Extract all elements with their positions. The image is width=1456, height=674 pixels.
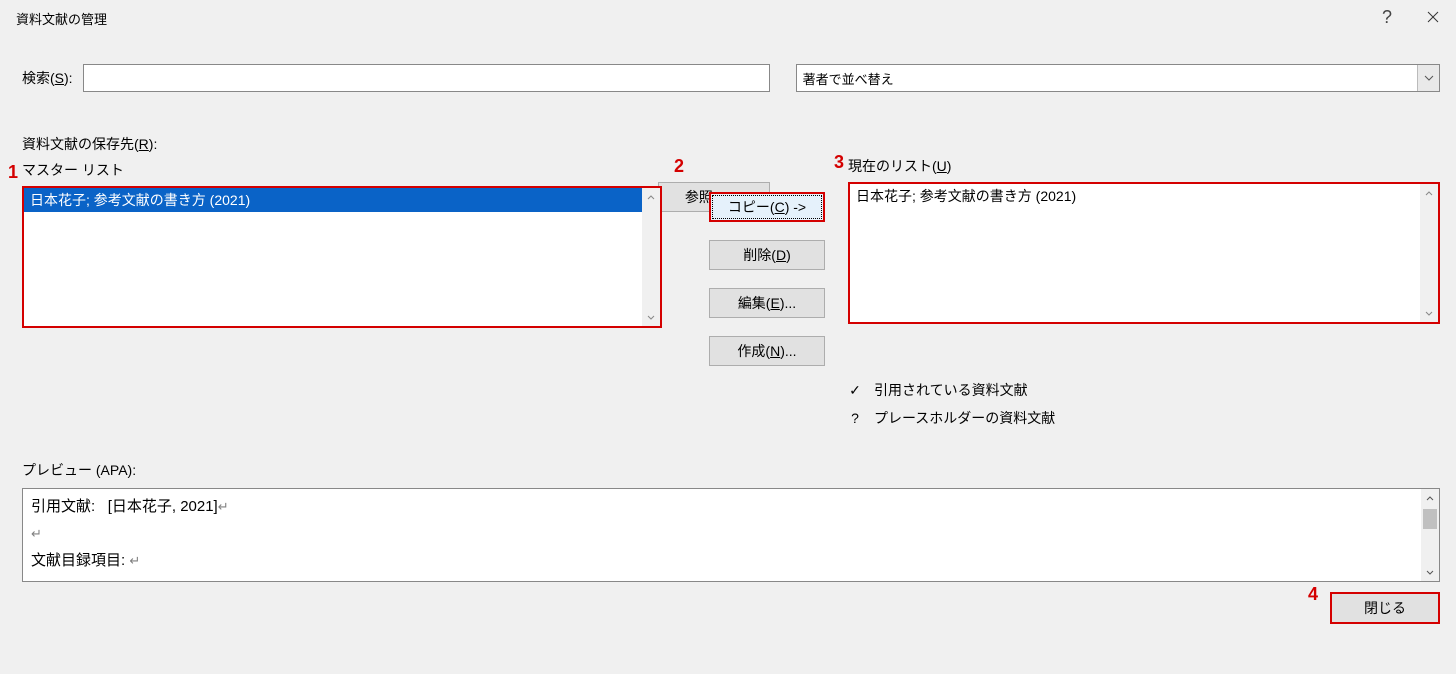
question-icon: ? xyxy=(848,410,862,426)
preview-citation-line: 引用文献: [日本花子, 2021]↵ xyxy=(31,493,1431,520)
paragraph-mark-icon: ↵ xyxy=(129,553,140,568)
scroll-up-icon[interactable] xyxy=(642,188,660,206)
preview-box: 引用文献: [日本花子, 2021]↵ ↵ 文献目録項目: ↵ xyxy=(22,488,1440,582)
new-button[interactable]: 作成(N)... xyxy=(709,336,825,366)
scroll-up-icon[interactable] xyxy=(1420,184,1438,202)
legend-placeholder-text: プレースホルダーの資料文献 xyxy=(874,408,1055,428)
copy-button[interactable]: コピー(C) -> xyxy=(709,192,825,222)
current-column: 3 現在のリスト(U) 日本花子; 参考文献の書き方 (2021) ✓ 引用され… xyxy=(848,156,1440,436)
list-item[interactable]: 日本花子; 参考文献の書き方 (2021) xyxy=(24,188,660,212)
delete-button[interactable]: 削除(D) xyxy=(709,240,825,270)
scrollbar[interactable] xyxy=(642,188,660,326)
master-listbox[interactable]: 日本花子; 参考文献の書き方 (2021) xyxy=(22,186,662,328)
edit-button[interactable]: 編集(E)... xyxy=(709,288,825,318)
sort-wrap: 著者で並べ替え xyxy=(796,64,1440,92)
close-icon[interactable] xyxy=(1410,0,1456,34)
annotation-3: 3 xyxy=(834,152,844,173)
scrollbar[interactable] xyxy=(1421,489,1439,581)
sort-select[interactable]: 著者で並べ替え xyxy=(796,64,1440,92)
check-icon: ✓ xyxy=(848,382,862,399)
master-list-label: マスター リスト xyxy=(22,160,662,180)
legend-cited-text: 引用されている資料文献 xyxy=(874,380,1028,400)
current-list-label: 現在のリスト(U) xyxy=(848,156,1440,176)
source-manager-dialog: 資料文献の管理 ? 検索(S): 著者で並べ替え xyxy=(0,0,1456,674)
scroll-thumb[interactable] xyxy=(1423,509,1437,529)
annotation-4: 4 xyxy=(1308,584,1318,605)
preview-label: プレビュー (APA): xyxy=(22,460,1440,480)
paragraph-mark-icon: ↵ xyxy=(31,526,42,541)
legend: ✓ 引用されている資料文献 ? プレースホルダーの資料文献 xyxy=(848,380,1440,428)
paragraph-mark-icon: ↵ xyxy=(218,499,229,514)
help-icon[interactable]: ? xyxy=(1364,0,1410,34)
action-button-column: 2 コピー(C) -> 削除(D) 編集(E)... 作成(N)... xyxy=(692,180,842,366)
scroll-up-icon[interactable] xyxy=(1421,489,1439,507)
close-button[interactable]: 閉じる xyxy=(1330,592,1440,624)
sort-select-value: 著者で並べ替え xyxy=(803,69,894,88)
search-row: 検索(S): 著者で並べ替え xyxy=(22,64,1440,92)
scroll-down-icon[interactable] xyxy=(1420,304,1438,322)
legend-cited: ✓ 引用されている資料文献 xyxy=(848,380,1440,400)
scrollbar[interactable] xyxy=(1420,184,1438,322)
current-listbox[interactable]: 日本花子; 参考文献の書き方 (2021) xyxy=(848,182,1440,324)
annotation-2: 2 xyxy=(674,156,684,177)
list-item[interactable]: 日本花子; 参考文献の書き方 (2021) xyxy=(850,184,1438,208)
chevron-down-icon xyxy=(1417,65,1439,91)
search-label: 検索(S): xyxy=(22,68,73,88)
preview-empty-line: ↵ xyxy=(31,520,1431,547)
dialog-title: 資料文献の管理 xyxy=(16,9,107,28)
titlebar: 資料文献の管理 ? xyxy=(0,0,1456,36)
scroll-down-icon[interactable] xyxy=(1421,563,1439,581)
titlebar-controls: ? xyxy=(1364,0,1456,34)
master-column: 資料文献の保存先(R): マスター リスト 参照(B)... 1 日本花子; 参… xyxy=(22,134,662,328)
storage-label: 資料文献の保存先(R): xyxy=(22,134,662,154)
annotation-1: 1 xyxy=(8,162,18,183)
scroll-down-icon[interactable] xyxy=(642,308,660,326)
search-input[interactable] xyxy=(83,64,770,92)
preview-biblio-line: 文献目録項目: ↵ xyxy=(31,547,1431,574)
master-labels: 資料文献の保存先(R): マスター リスト xyxy=(22,134,662,180)
legend-placeholder: ? プレースホルダーの資料文献 xyxy=(848,408,1440,428)
